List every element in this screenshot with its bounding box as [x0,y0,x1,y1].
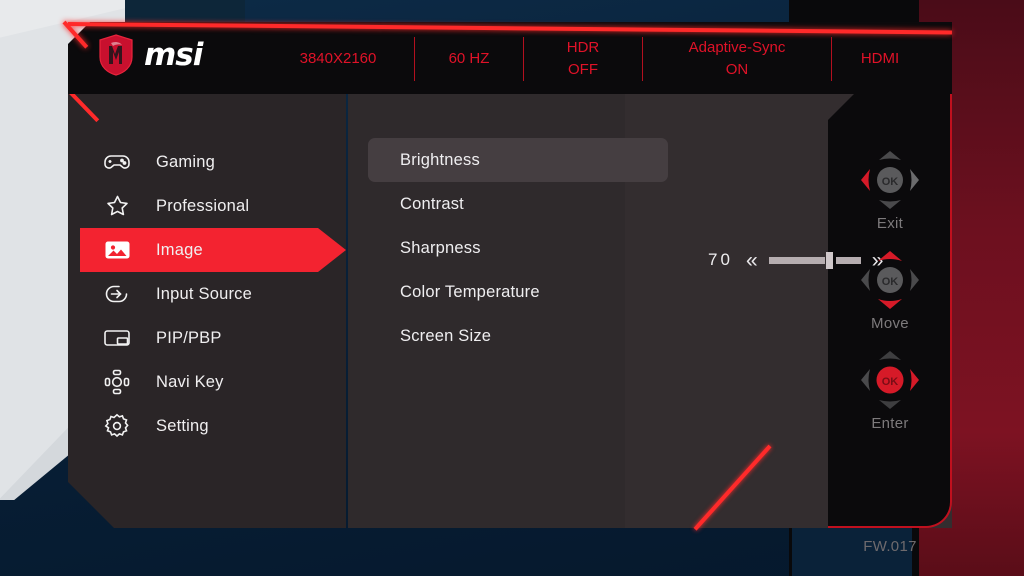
submenu-item-label: Contrast [400,194,464,213]
svg-text:OK: OK [882,276,899,288]
sidebar-item-label: Input Source [156,284,252,303]
submenu-item-contrast[interactable]: Contrast [368,182,668,226]
brightness-value: 70 [708,250,733,269]
submenu-item-sharpness[interactable]: Sharpness [368,226,668,270]
msi-logo: msi [98,32,238,78]
sidebar-item-navi-key[interactable]: Navi Key [68,360,346,404]
status-adaptive-sync: Adaptive-Sync ON [643,37,831,81]
status-adaptive-sync-label: Adaptive-Sync [688,39,786,57]
sidebar-item-label: Image [156,240,203,259]
input-arrow-icon [100,279,134,309]
gamepad-icon [100,147,134,177]
star-icon [100,191,134,221]
sidebar-item-label: Setting [156,416,209,435]
osd-body: Gaming Professional Image Input Source P… [68,94,952,555]
nav-hint-label: Move [871,315,909,332]
status-adaptive-sync-value: ON [725,61,749,78]
nav-hint-enter[interactable]: OK Enter [834,346,946,432]
submenu-item-color-temperature[interactable]: Color Temperature [368,270,668,314]
nav-hint-label: Exit [876,215,904,232]
monitor-osd-menu: msi 3840X2160 60 HZ HDR OFF Adaptive-Syn… [0,0,1024,576]
status-bar: 3840X2160 60 HZ HDR OFF Adaptive-Sync ON… [262,30,952,88]
sidebar-item-label: Gaming [156,152,215,171]
sidebar-item-image[interactable]: Image [68,228,346,272]
dpad-left-icon: OK [856,146,924,214]
submenu-item-label: Sharpness [400,238,481,257]
nav-key-hints: OK Exit OK Move OK Enter FW.017 [834,146,946,555]
firmware-version: FW.017 [863,538,917,555]
status-resolution: 3840X2160 [262,48,414,70]
sidebar-corner-accent [68,94,100,123]
slider-filled-track [768,256,825,264]
nav-hint-move[interactable]: OK Move [834,246,946,332]
submenu-item-label: Brightness [400,150,480,169]
pip-pbp-icon [100,323,134,353]
sidebar-item-setting[interactable]: Setting [68,404,346,448]
msi-dragon-shield-icon [99,34,133,76]
sidebar-item-input-source[interactable]: Input Source [68,272,346,316]
nav-hint-exit[interactable]: OK Exit [834,146,946,232]
svg-text:OK: OK [882,376,899,388]
submenu-item-label: Color Temperature [400,282,540,301]
gear-icon [100,411,134,441]
status-resolution-value: 3840X2160 [299,50,377,68]
picture-icon [100,235,134,265]
dpad-updown-icon: OK [856,246,924,314]
status-refresh-rate-value: 60 HZ [448,50,490,68]
sidebar-item-gaming[interactable]: Gaming [68,140,346,184]
submenu-list: Brightness Contrast Sharpness Color Temp… [368,138,668,358]
msi-wordmark: msi [144,36,203,73]
status-input-source: HDMI [832,48,928,70]
status-hdr-value: OFF [568,61,598,78]
svg-text:OK: OK [882,176,899,188]
sidebar-item-label: Navi Key [156,372,224,391]
submenu-item-brightness[interactable]: Brightness [368,138,668,182]
nav-hint-label: Enter [871,415,909,432]
submenu-item-label: Screen Size [400,326,492,345]
sidebar-item-pip-pbp[interactable]: PIP/PBP [68,316,346,360]
dpad-enter-icon: OK [856,346,924,414]
slider-handle[interactable] [825,251,833,269]
sidebar-item-label: Professional [156,196,250,215]
status-hdr-label: HDR [566,39,600,57]
status-refresh-rate: 60 HZ [415,48,523,70]
sidebar-item-professional[interactable]: Professional [68,184,346,228]
status-hdr: HDR OFF [524,37,642,81]
sidebar-menu: Gaming Professional Image Input Source P… [68,140,346,448]
submenu-item-screen-size[interactable]: Screen Size [368,314,668,358]
double-chevron-left-icon[interactable]: « [746,250,758,271]
sidebar-item-label: PIP/PBP [156,328,222,347]
navi-key-icon [100,367,134,397]
status-input-source-value: HDMI [860,50,900,68]
